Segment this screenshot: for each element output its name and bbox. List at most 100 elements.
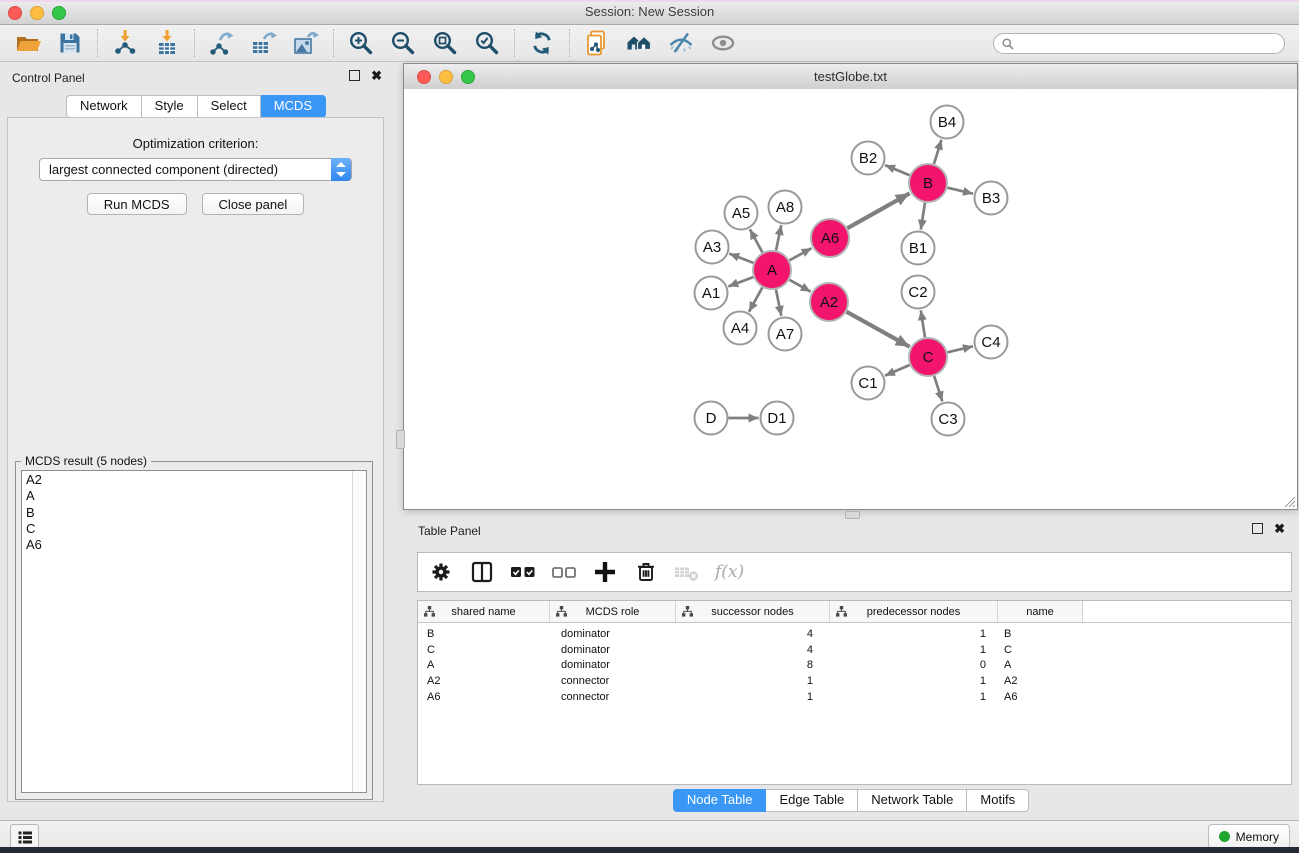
cell-shared-name[interactable]: A6 — [418, 691, 549, 703]
cell-shared-name[interactable]: A2 — [418, 675, 549, 687]
cell-shared-name[interactable]: C — [418, 644, 549, 656]
save-session-icon[interactable] — [56, 29, 84, 57]
table-options-icon[interactable] — [426, 557, 456, 587]
column-header-name[interactable]: name — [998, 601, 1083, 622]
refresh-icon[interactable] — [528, 29, 556, 57]
export-image-icon[interactable] — [292, 29, 320, 57]
search-input[interactable] — [993, 33, 1285, 54]
graph-edge-A-A7[interactable] — [776, 290, 781, 316]
float-table-panel-icon[interactable] — [1252, 523, 1263, 534]
cell-MCDS-role[interactable]: dominator — [549, 659, 674, 671]
zoom-fit-icon[interactable] — [431, 29, 459, 57]
zoom-out-icon[interactable] — [389, 29, 417, 57]
graph-edge-B-B3[interactable] — [947, 188, 973, 194]
window-resize-grip[interactable] — [1281, 493, 1296, 508]
node-table[interactable]: shared nameMCDS rolesuccessor nodesprede… — [417, 600, 1292, 785]
delete-column-icon[interactable] — [631, 557, 661, 587]
close-panel-button[interactable]: Close panel — [202, 193, 305, 215]
cell-name[interactable]: A2 — [994, 675, 1078, 687]
graph-edge-A-A2[interactable] — [789, 280, 810, 292]
zoom-selected-icon[interactable] — [473, 29, 501, 57]
graph-edge-C-C3[interactable] — [934, 376, 942, 401]
first-neighbors-icon[interactable] — [625, 29, 653, 57]
tab-node-table[interactable]: Node Table — [673, 789, 767, 812]
cell-shared-name[interactable]: B — [418, 628, 549, 640]
mcds-result-list[interactable]: A2ABCA6 — [21, 470, 367, 793]
network-graph[interactable]: AA1A2A3A4A5A6A7A8BB1B2B3B4CC1C2C3C4DD1 — [404, 89, 1297, 509]
column-header-predecessor-nodes[interactable]: predecessor nodes — [830, 601, 998, 622]
result-list-scrollbar[interactable] — [352, 471, 366, 792]
task-history-button[interactable] — [10, 824, 39, 849]
table-row[interactable]: A2connector11A2 — [418, 673, 1291, 689]
cell-predecessor-nodes[interactable]: 1 — [827, 691, 994, 703]
graph-edge-B-B4[interactable] — [934, 140, 942, 164]
column-header-successor-nodes[interactable]: successor nodes — [676, 601, 830, 622]
tab-select[interactable]: Select — [198, 95, 261, 118]
graph-edge-B-B1[interactable] — [921, 203, 925, 230]
network-window-titlebar[interactable]: testGlobe.txt — [404, 64, 1297, 90]
tab-edge-table[interactable]: Edge Table — [766, 789, 858, 812]
cell-predecessor-nodes[interactable]: 0 — [827, 659, 994, 671]
tab-motifs[interactable]: Motifs — [967, 789, 1029, 812]
close-table-panel-icon[interactable]: ✖ — [1274, 523, 1285, 534]
hide-selected-icon[interactable] — [667, 29, 695, 57]
graph-edge-A-A8[interactable] — [776, 225, 781, 250]
export-table-icon[interactable] — [250, 29, 278, 57]
table-row[interactable]: Adominator80A — [418, 658, 1291, 674]
column-header-MCDS-role[interactable]: MCDS role — [550, 601, 676, 622]
result-list-item[interactable]: A — [22, 488, 352, 504]
create-column-icon[interactable] — [590, 557, 620, 587]
export-network-icon[interactable] — [208, 29, 236, 57]
cell-successor-nodes[interactable]: 4 — [674, 628, 827, 640]
float-panel-icon[interactable] — [349, 70, 360, 81]
delete-table-icon[interactable] — [672, 557, 702, 587]
graph-edge-A-A1[interactable] — [728, 277, 753, 286]
criterion-select[interactable]: largest connected component (directed) — [39, 158, 352, 181]
run-mcds-button[interactable]: Run MCDS — [87, 193, 187, 215]
select-all-check-icon[interactable] — [508, 557, 538, 587]
cell-MCDS-role[interactable]: connector — [549, 691, 674, 703]
new-network-from-selection-icon[interactable] — [583, 29, 611, 57]
cell-successor-nodes[interactable]: 1 — [674, 675, 827, 687]
table-row[interactable]: Bdominator41B — [418, 626, 1291, 642]
cell-predecessor-nodes[interactable]: 1 — [827, 644, 994, 656]
function-builder-icon[interactable]: f(x) — [715, 562, 744, 582]
import-network-icon[interactable] — [111, 29, 139, 57]
column-header-shared-name[interactable]: shared name — [418, 601, 550, 622]
memory-button[interactable]: Memory — [1208, 824, 1290, 849]
column-panel-icon[interactable] — [467, 557, 497, 587]
network-canvas[interactable]: AA1A2A3A4A5A6A7A8BB1B2B3B4CC1C2C3C4DD1 — [404, 89, 1297, 509]
cell-predecessor-nodes[interactable]: 1 — [827, 628, 994, 640]
cell-name[interactable]: B — [994, 628, 1078, 640]
deselect-all-icon[interactable] — [549, 557, 579, 587]
cell-successor-nodes[interactable]: 8 — [674, 659, 827, 671]
cell-name[interactable]: A — [994, 659, 1078, 671]
graph-edge-A-A5[interactable] — [750, 229, 763, 252]
graph-edge-C-C4[interactable] — [947, 346, 973, 352]
zoom-in-icon[interactable] — [347, 29, 375, 57]
cell-successor-nodes[interactable]: 1 — [674, 691, 827, 703]
result-list-item[interactable]: C — [22, 521, 352, 537]
tab-network[interactable]: Network — [66, 95, 142, 118]
cell-MCDS-role[interactable]: dominator — [549, 644, 674, 656]
graph-edge-B-B2[interactable] — [885, 165, 909, 175]
graph-edge-A2-C[interactable] — [846, 312, 909, 347]
cell-successor-nodes[interactable]: 4 — [674, 644, 827, 656]
cell-MCDS-role[interactable]: dominator — [549, 628, 674, 640]
table-row[interactable]: Cdominator41C — [418, 642, 1291, 658]
table-row[interactable]: A6connector11A6 — [418, 689, 1291, 705]
graph-edge-A-A4[interactable] — [749, 288, 762, 312]
result-list-item[interactable]: A2 — [22, 472, 352, 488]
result-list-item[interactable]: A6 — [22, 537, 352, 553]
cell-predecessor-nodes[interactable]: 1 — [827, 675, 994, 687]
tab-network-table[interactable]: Network Table — [858, 789, 967, 812]
cell-name[interactable]: C — [994, 644, 1078, 656]
cell-MCDS-role[interactable]: connector — [549, 675, 674, 687]
graph-edge-C-C1[interactable] — [885, 365, 910, 376]
graph-edge-A-A6[interactable] — [790, 248, 812, 260]
import-table-icon[interactable] — [153, 29, 181, 57]
cell-name[interactable]: A6 — [994, 691, 1078, 703]
vertical-splitter-handle[interactable] — [396, 430, 405, 449]
graph-edge-C-C2[interactable] — [921, 310, 925, 337]
show-all-icon[interactable] — [709, 29, 737, 57]
